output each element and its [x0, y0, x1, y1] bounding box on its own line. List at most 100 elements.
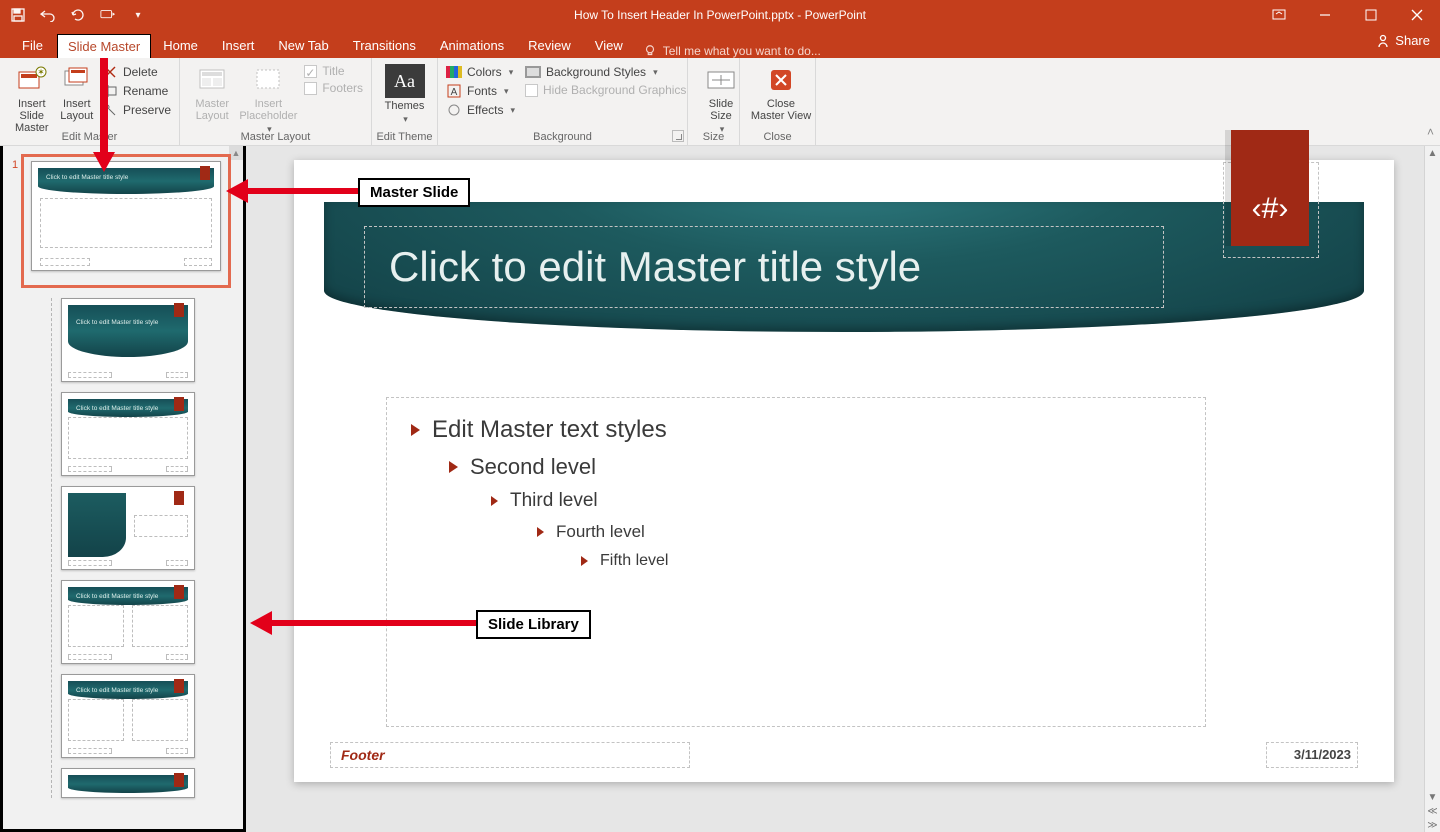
annotation-arrow-master	[248, 188, 358, 194]
slide-canvas-area: ‹#› Click to edit Master title style Edi…	[246, 146, 1440, 832]
background-styles-button[interactable]: Background Styles▾	[525, 64, 686, 80]
svg-text:A: A	[451, 87, 458, 98]
minimize-button[interactable]	[1302, 0, 1348, 30]
group-label-background: Background	[438, 131, 687, 143]
tab-new-tab[interactable]: New Tab	[266, 33, 340, 58]
next-slide-arrow[interactable]: ≫	[1426, 818, 1440, 832]
preserve-button[interactable]: Preserve	[102, 102, 171, 118]
bullet-icon	[411, 424, 420, 436]
colors-button[interactable]: Colors▾	[446, 64, 515, 80]
themes-button[interactable]: Aa Themes▾	[380, 62, 429, 125]
tab-review[interactable]: Review	[516, 33, 583, 58]
scroll-down-arrow[interactable]: ▼	[1426, 790, 1440, 804]
delete-button[interactable]: Delete	[102, 64, 171, 80]
tab-slide-master[interactable]: Slide Master	[57, 34, 151, 58]
scroll-up-arrow[interactable]: ▲	[1426, 146, 1440, 160]
background-styles-icon	[525, 64, 541, 80]
rename-button[interactable]: Rename	[102, 83, 171, 99]
ribbon: ✶ Insert Slide Master Insert Layout Dele…	[0, 58, 1440, 146]
tab-transitions[interactable]: Transitions	[341, 33, 428, 58]
tab-animations[interactable]: Animations	[428, 33, 516, 58]
close-master-view-button[interactable]: Close Master View	[748, 62, 814, 122]
themes-label: Themes	[385, 100, 425, 112]
thumb-title: Click to edit Master title style	[38, 168, 214, 187]
layout-thumbnail-2[interactable]: Click to edit Master title style	[61, 392, 195, 476]
preserve-label: Preserve	[123, 103, 171, 117]
group-edit-theme: Aa Themes▾ Edit Theme	[372, 58, 438, 145]
master-layout-button: Master Layout	[188, 62, 236, 135]
layout-thumbnail-4[interactable]: Click to edit Master title style	[61, 580, 195, 664]
group-label-close: Close	[740, 131, 815, 143]
background-styles-label: Background Styles	[546, 65, 646, 79]
redo-icon[interactable]	[70, 7, 86, 23]
date-placeholder[interactable]: 3/11/2023	[1266, 742, 1358, 768]
share-button[interactable]: Share	[1376, 33, 1430, 48]
insert-layout-button[interactable]: Insert Layout	[56, 62, 98, 134]
work-area: ▲ 1 Click to edit Master title style	[0, 146, 1440, 832]
insert-placeholder-button: Insert Placeholder▾	[236, 62, 300, 135]
window-controls	[1256, 0, 1440, 30]
undo-icon[interactable]	[40, 7, 56, 23]
tab-view[interactable]: View	[583, 33, 635, 58]
customize-qat-icon[interactable]: ▾	[130, 7, 146, 23]
ribbon-display-options-icon[interactable]	[1256, 0, 1302, 30]
ribbon-tabs: File Slide Master Home Insert New Tab Tr…	[0, 30, 1440, 58]
tab-file[interactable]: File	[8, 33, 57, 58]
layout-thumbnail-3[interactable]	[61, 486, 195, 570]
rename-label: Rename	[123, 84, 168, 98]
level4-text: Fourth level	[556, 522, 645, 542]
slide-thumbnail-pane[interactable]: ▲ 1 Click to edit Master title style	[0, 146, 246, 832]
layout-thumbnail-6[interactable]	[61, 768, 195, 798]
bullet-icon	[491, 496, 498, 506]
layout-thumbnail-5[interactable]: Click to edit Master title style	[61, 674, 195, 758]
slide-size-button[interactable]: Slide Size▾	[696, 62, 746, 135]
layout-thumbnail-1[interactable]: Click to edit Master title style	[61, 298, 195, 382]
footers-label: Footers	[322, 81, 363, 95]
prev-slide-arrow[interactable]: ≪	[1426, 804, 1440, 818]
tab-home[interactable]: Home	[151, 33, 210, 58]
annotation-arrowhead	[93, 152, 115, 172]
tell-me-search[interactable]: Tell me what you want to do...	[643, 44, 821, 58]
tell-me-placeholder: Tell me what you want to do...	[663, 44, 821, 58]
insert-slide-master-label: Insert Slide Master	[8, 98, 56, 134]
level2-text: Second level	[470, 454, 596, 480]
effects-icon	[446, 102, 462, 118]
level1-text: Edit Master text styles	[432, 416, 667, 444]
group-label-edit-master: Edit Master	[0, 131, 179, 143]
annotation-arrowhead	[226, 179, 248, 203]
colors-icon	[446, 64, 462, 80]
footer-placeholder[interactable]: Footer	[330, 742, 690, 768]
annotation-arrow-vertical	[100, 58, 108, 154]
save-icon[interactable]	[10, 7, 26, 23]
footers-checkbox: Footers	[304, 81, 363, 95]
level3-text: Third level	[510, 490, 598, 512]
start-from-beginning-icon[interactable]	[100, 7, 116, 23]
title-checkbox: ✓Title	[304, 64, 363, 78]
scroll-up-arrow[interactable]: ▲	[229, 146, 243, 160]
page-number-placeholder[interactable]: ‹#›	[1231, 130, 1309, 246]
group-label-master-layout: Master Layout	[180, 131, 371, 143]
tab-insert[interactable]: Insert	[210, 33, 267, 58]
page-badge-icon	[174, 491, 184, 505]
vertical-scrollbar[interactable]: ▲ ▼ ≪ ≫	[1424, 146, 1440, 832]
insert-slide-master-button[interactable]: ✶ Insert Slide Master	[8, 62, 56, 134]
title-band: Click to edit Master title style	[324, 202, 1364, 332]
group-background: Colors▾ AFonts▾ Effects▾ Background Styl…	[438, 58, 688, 145]
close-window-button[interactable]	[1394, 0, 1440, 30]
effects-label: Effects	[467, 103, 503, 117]
master-slide-thumbnail[interactable]: 1 Click to edit Master title style	[21, 154, 231, 288]
colors-label: Colors	[467, 65, 502, 79]
group-label-size: Size	[688, 131, 739, 143]
title-placeholder[interactable]: Click to edit Master title style	[364, 226, 1164, 308]
group-close: Close Master View Close	[740, 58, 816, 145]
fonts-icon: A	[446, 83, 462, 99]
slide-size-label: Slide Size	[709, 98, 733, 122]
master-slide-canvas[interactable]: ‹#› Click to edit Master title style Edi…	[294, 160, 1394, 782]
ribbon-collapse-icon[interactable]: ˄	[1427, 125, 1434, 139]
content-placeholder[interactable]: Edit Master text styles Second level Thi…	[386, 397, 1206, 727]
insert-layout-icon	[61, 64, 93, 96]
maximize-button[interactable]	[1348, 0, 1394, 30]
checkbox-icon	[304, 82, 317, 95]
fonts-button[interactable]: AFonts▾	[446, 83, 515, 99]
effects-button[interactable]: Effects▾	[446, 102, 515, 118]
